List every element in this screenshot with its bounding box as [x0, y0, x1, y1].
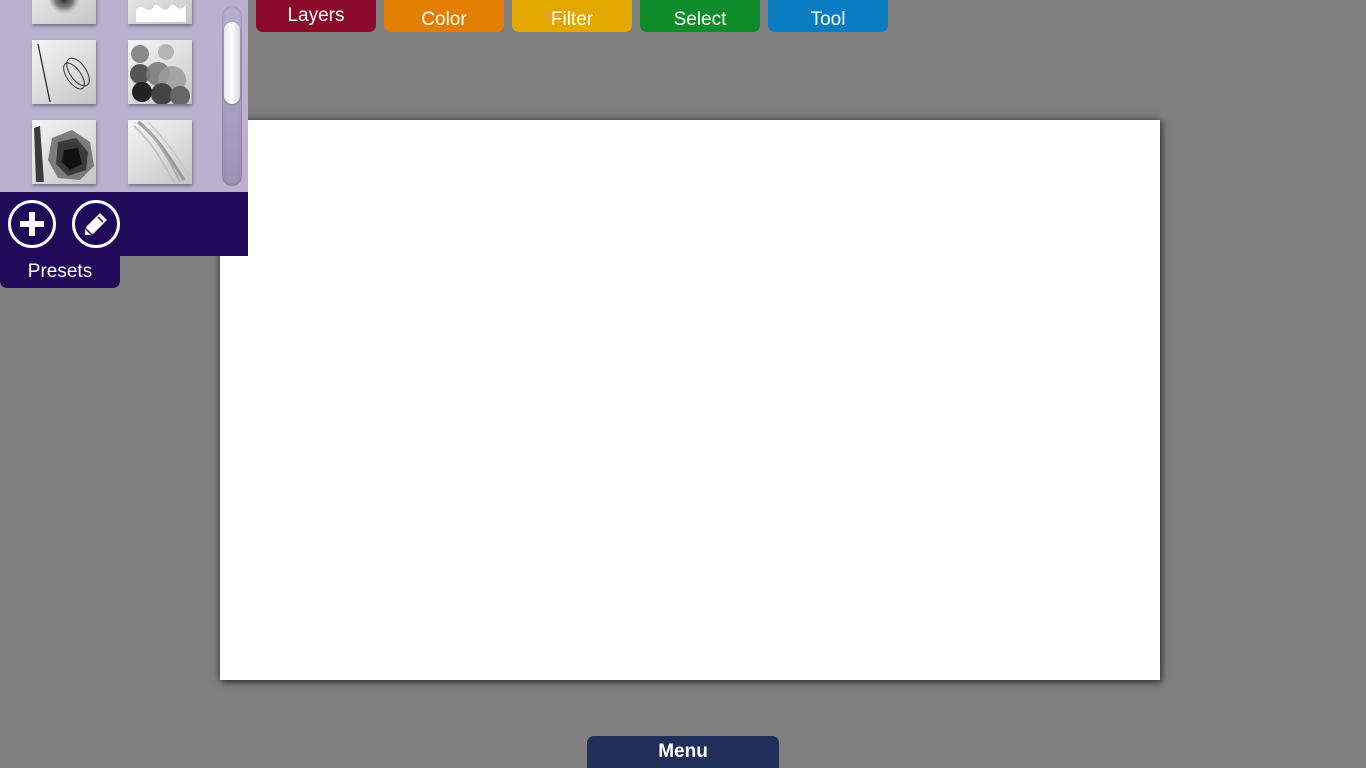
brush-thumb-splatter[interactable] [128, 0, 192, 24]
add-preset-button[interactable] [8, 200, 56, 248]
drawing-canvas[interactable] [220, 120, 1160, 680]
tab-filter[interactable]: Filter [512, 0, 632, 32]
menu-button[interactable]: Menu [587, 736, 779, 768]
brush-thumb-soft-round[interactable] [32, 0, 96, 24]
brush-thumb-blend-dots[interactable] [128, 40, 192, 104]
brush-panel [0, 0, 248, 192]
brush-thumb-hair-stroke[interactable] [128, 120, 192, 184]
pencil-icon [84, 213, 107, 236]
brush-thumb-pencil[interactable] [32, 40, 96, 104]
tab-color[interactable]: Color [384, 0, 504, 32]
presets-tab[interactable]: Presets [0, 256, 120, 288]
brush-thumb-dry-bristle[interactable] [32, 120, 96, 184]
tab-select[interactable]: Select [640, 0, 760, 32]
tab-layers[interactable]: Layers [256, 0, 376, 32]
tab-tool[interactable]: Tool [768, 0, 888, 32]
brush-scrollbar-thumb[interactable] [224, 22, 240, 104]
edit-preset-button[interactable] [72, 200, 120, 248]
plus-circle-icon [20, 212, 44, 236]
